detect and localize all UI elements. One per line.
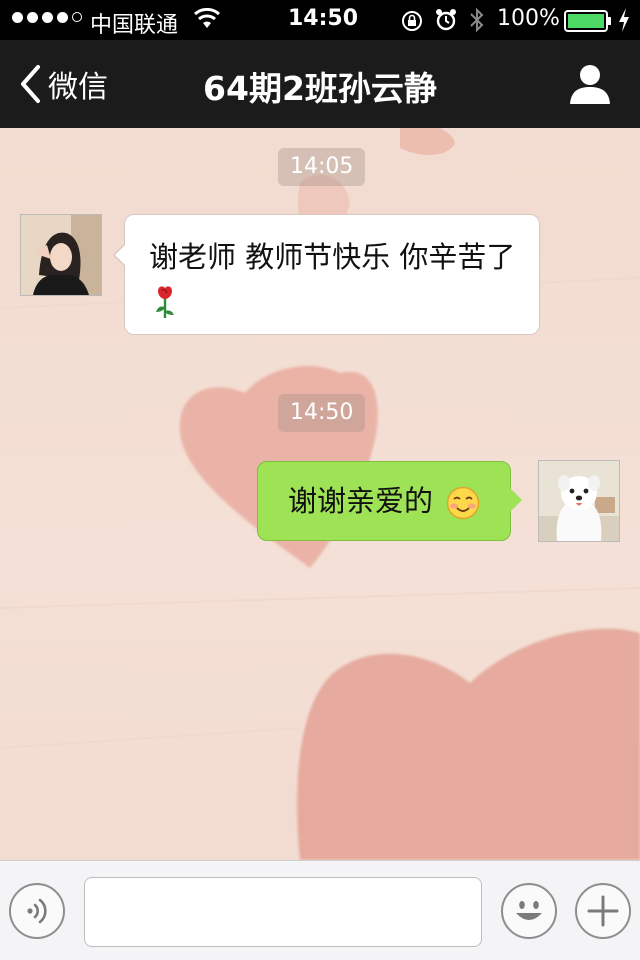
person-icon — [570, 65, 610, 104]
more-button[interactable] — [575, 883, 631, 939]
carrier-name: 中国联通 — [90, 13, 179, 38]
battery-percent: 100% — [497, 6, 560, 31]
plus-icon — [587, 895, 619, 927]
message-input[interactable] — [84, 877, 482, 947]
message-input-bar — [0, 860, 640, 960]
wechat-chat-screen: 中国联通 14:50 100% 微信 64期2班孙云静 14:05 谢老师 教师… — [0, 0, 640, 960]
sender-avatar-photo — [21, 215, 101, 295]
smiling-face-emoji — [446, 486, 480, 520]
rotation-lock-icon — [402, 11, 422, 31]
alarm-icon — [436, 9, 456, 31]
chat-title: 64期2班孙云静 — [203, 69, 437, 108]
rose-emoji — [156, 286, 174, 318]
message-text: 谢谢亲爱的 — [288, 484, 434, 518]
dog-avatar-photo — [539, 461, 619, 541]
sender-avatar[interactable] — [20, 214, 102, 296]
contact-info-button[interactable] — [568, 62, 612, 106]
navigation-bar: 微信 64期2班孙云静 — [0, 40, 640, 128]
status-time: 14:50 — [288, 6, 359, 31]
emoji-face-icon — [516, 901, 542, 920]
incoming-message-bubble[interactable]: 谢老师 教师节快乐 你辛苦了 — [113, 214, 540, 335]
my-avatar[interactable] — [538, 460, 620, 542]
bluetooth-icon — [470, 7, 484, 33]
signal-strength-icon — [12, 12, 82, 23]
message-text: 谢老师 教师节快乐 你辛苦了 — [149, 240, 516, 274]
outgoing-message-bubble[interactable]: 谢谢亲爱的 — [257, 461, 522, 541]
timestamp: 14:05 — [278, 148, 366, 186]
wifi-icon — [194, 8, 220, 28]
status-bar: 中国联通 14:50 100% — [0, 0, 640, 40]
timestamp: 14:50 — [278, 394, 366, 432]
emoji-button[interactable] — [501, 883, 557, 939]
battery-icon — [564, 10, 611, 32]
voice-button[interactable] — [9, 883, 65, 939]
chat-area[interactable]: 14:05 谢老师 教师节快乐 你辛苦了 14:50 谢谢亲爱的 — [0, 128, 640, 860]
voice-icon — [27, 898, 47, 924]
charging-icon — [619, 8, 629, 32]
